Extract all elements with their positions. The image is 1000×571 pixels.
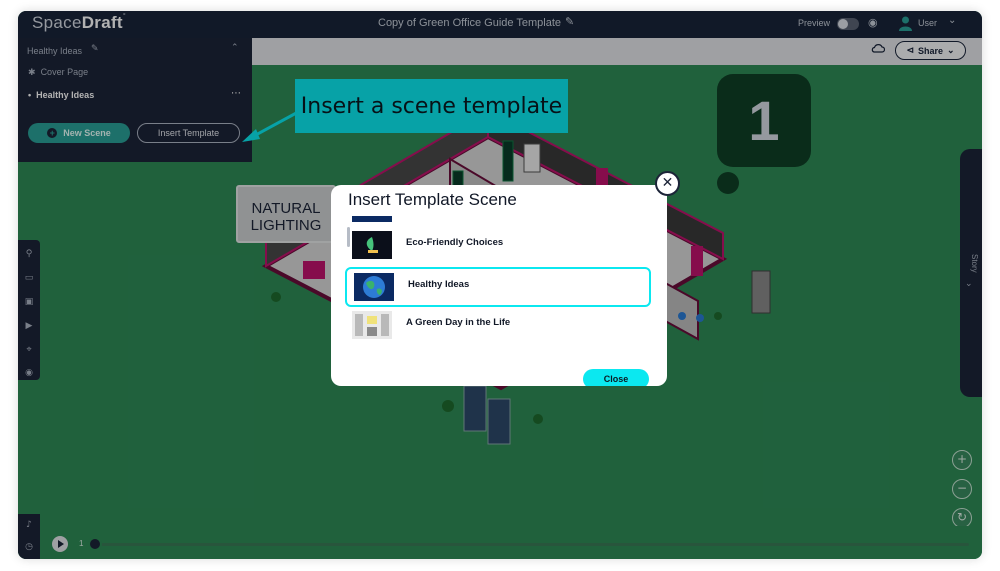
green-day-thumbnail — [352, 311, 392, 339]
template-label: Eco-Friendly Choices — [406, 237, 504, 248]
template-row-healthy-ideas[interactable]: Healthy Ideas — [345, 267, 651, 307]
modal-scrollbar[interactable] — [347, 227, 350, 247]
app-window: 1 NATURAL LIGHTING SpaceDraft° Copy of G… — [18, 11, 982, 559]
close-icon[interactable]: ✕ — [655, 171, 680, 196]
template-label: Healthy Ideas — [408, 279, 470, 290]
previous-thumbnail-edge — [352, 216, 392, 222]
modal-title: Insert Template Scene — [348, 190, 517, 209]
close-button[interactable]: Close — [583, 369, 649, 386]
insert-template-modal: Insert Template Scene Eco-Friendly Choic… — [331, 185, 667, 386]
healthy-ideas-thumbnail — [354, 273, 394, 301]
template-row-a-green-day[interactable]: A Green Day in the Life — [345, 307, 651, 347]
eco-friendly-thumbnail — [352, 231, 392, 259]
template-row-eco-friendly-choices[interactable]: Eco-Friendly Choices — [345, 227, 651, 267]
template-label: A Green Day in the Life — [406, 317, 511, 328]
